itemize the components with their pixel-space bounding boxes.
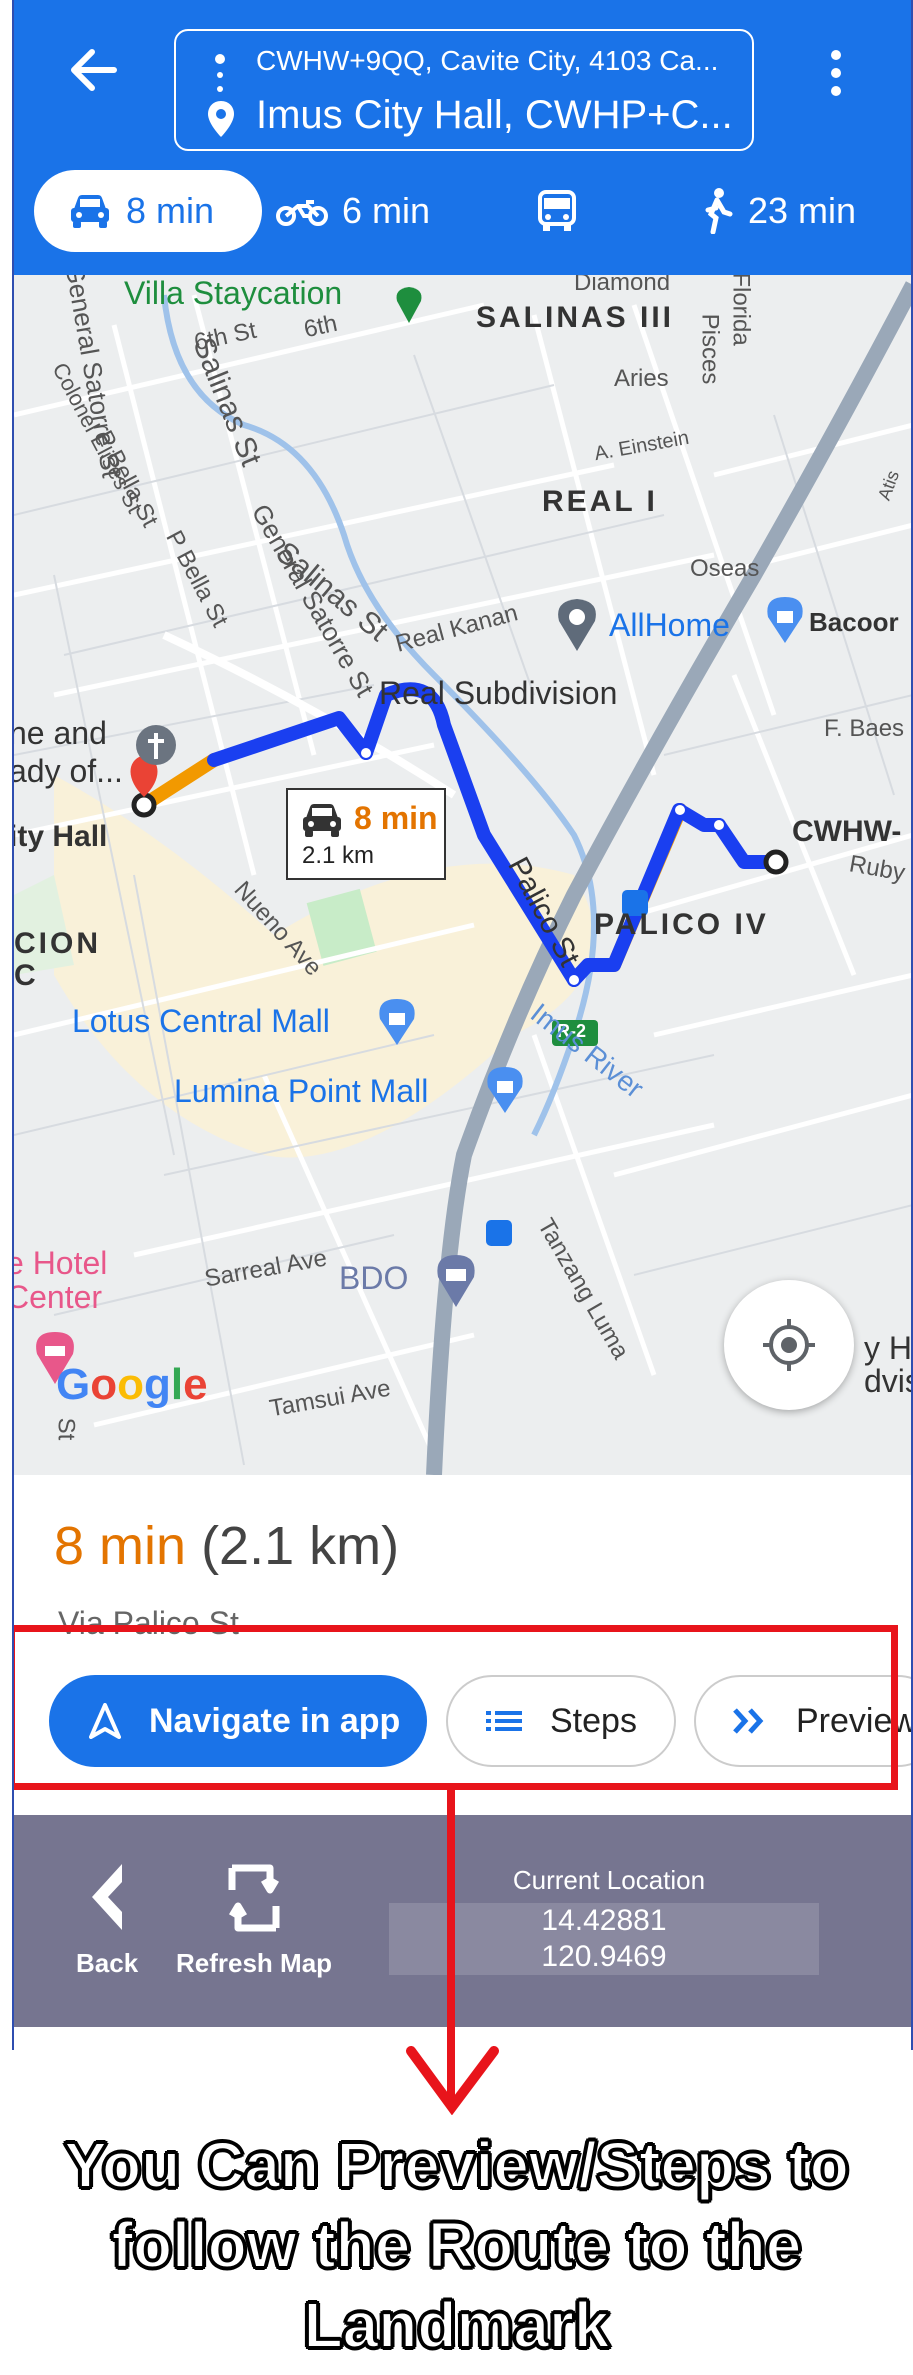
refresh-map-button[interactable]: Refresh Map [176,1860,332,1979]
refresh-map-label: Refresh Map [176,1948,333,1978]
car-icon [303,804,341,837]
map-label-real-i: REAL I [542,485,658,518]
address-box[interactable]: CWHW+9QQ, Cavite City, 4103 Ca... Imus C… [174,29,754,151]
travel-mode-tabs: 8 min 6 min 23 min [14,170,913,260]
map-label-cwhw[interactable]: CWHW- [792,815,901,849]
destination-address[interactable]: Imus City Hall, CWHP+C... [256,93,733,138]
map-label-right-edge-b: dvis [864,1363,913,1399]
back-button[interactable]: Back [76,1860,138,1979]
destination-pin-icon [208,101,234,137]
map-label-aries: Aries [614,365,669,392]
map-label-salinas-iii: SALINAS III [476,301,675,334]
more-options-icon[interactable] [826,48,846,98]
my-location-button[interactable] [724,1280,854,1410]
map-label-diamond: Diamond [574,275,671,296]
bacoor-shopping-pin-icon[interactable] [764,595,806,645]
motorcycle-icon [276,200,328,226]
origin-address[interactable]: CWHW+9QQ, Cavite City, 4103 Ca... [256,45,718,77]
map-label-oseas: Oseas [690,555,760,582]
map-label-bdo[interactable]: BDO [339,1260,408,1297]
map-label-pisces: Pisces [696,313,724,385]
down-arrow-icon [406,2046,499,2115]
tab-driving-label: 8 min [126,190,215,231]
bank-pin-icon[interactable] [434,1253,478,1309]
map-label-cion-b: C [14,959,39,992]
lumina-mall-pin-icon[interactable] [484,1065,526,1115]
current-location-title: Current Location [512,1865,706,1895]
tab-transit[interactable] [534,170,594,252]
walking-icon [705,188,733,234]
tab-driving[interactable]: 8 min [34,170,262,252]
church-pin-icon[interactable] [134,723,178,773]
map-label-hotel-a: e Hotel [14,1245,108,1281]
transit-icon [538,190,576,231]
annotation-highlight-box [14,1625,898,1790]
directions-header: CWHW+9QQ, Cavite City, 4103 Ca... Imus C… [14,0,913,275]
map-label-real-subdivision: Real Subdivision [379,675,618,711]
app-screen: CWHW+9QQ, Cavite City, 4103 Ca... Imus C… [14,0,913,2050]
chevron-left-icon [92,1864,123,1930]
park-pin-icon[interactable] [394,285,424,325]
car-icon [71,195,109,228]
map-label-allhome[interactable]: AllHome [609,607,730,644]
eta-bubble[interactable]: 8 min 2.1 km [286,788,446,880]
route-info-panel: 8 min (2.1 km) Via Palico St Navigate in… [14,1475,913,1815]
route-dots-icon [215,54,225,92]
map-label-f-baes: F. Baes [824,715,905,742]
map-label-city-hall[interactable]: ity Hall [14,820,107,854]
google-logo: Google [56,1360,208,1409]
map-label-bottom-st: St [52,1417,80,1441]
tab-walking[interactable]: 23 min [700,170,856,252]
map-label-lotus-central-mall[interactable]: Lotus Central Mall [72,1003,330,1040]
map-label-palico-iv: PALICO IV [594,908,769,941]
crosshair-icon [763,1319,815,1371]
tab-walking-label: 23 min [748,190,857,231]
frame-border-left [12,0,14,2050]
map-label-bacoor: Bacoor [809,607,899,637]
map-label-lumina-point-mall[interactable]: Lumina Point Mall [174,1073,428,1110]
map-label-villa-staycation[interactable]: Villa Staycation [124,275,342,312]
eta-distance: 2.1 km [302,842,375,869]
map-label-shrine-a: ne and [14,715,107,751]
lotus-mall-pin-icon[interactable] [376,997,418,1047]
route-distance: (2.1 km) [201,1516,400,1576]
back-button-label: Back [76,1948,139,1978]
instruction-caption: You Can Preview/Steps to follow the Rout… [63,2128,850,2362]
route-summary: 8 min (2.1 km) [54,1515,399,1577]
map-label-hotel-b: Center [14,1279,103,1315]
back-arrow-icon[interactable] [64,40,124,100]
allhome-pin-icon[interactable] [554,597,600,653]
route-duration: 8 min [54,1516,187,1576]
map-label-florida: Florida [727,275,755,346]
eta-time: 8 min [354,800,438,836]
map-label-right-edge-a: y H [864,1330,912,1366]
bottom-bar: Back Refresh Map Current Location 14.428… [14,1815,913,2027]
map-label-cion-a: CION [14,927,101,960]
tab-motorcycle-label: 6 min [342,190,431,231]
map-label-shrine-b: ady of... [14,753,123,789]
route-map[interactable]: Villa Staycation Diamond Florida SALINAS… [14,275,913,1475]
refresh-icon [228,1864,280,1932]
tab-motorcycle[interactable]: 6 min [276,170,430,252]
